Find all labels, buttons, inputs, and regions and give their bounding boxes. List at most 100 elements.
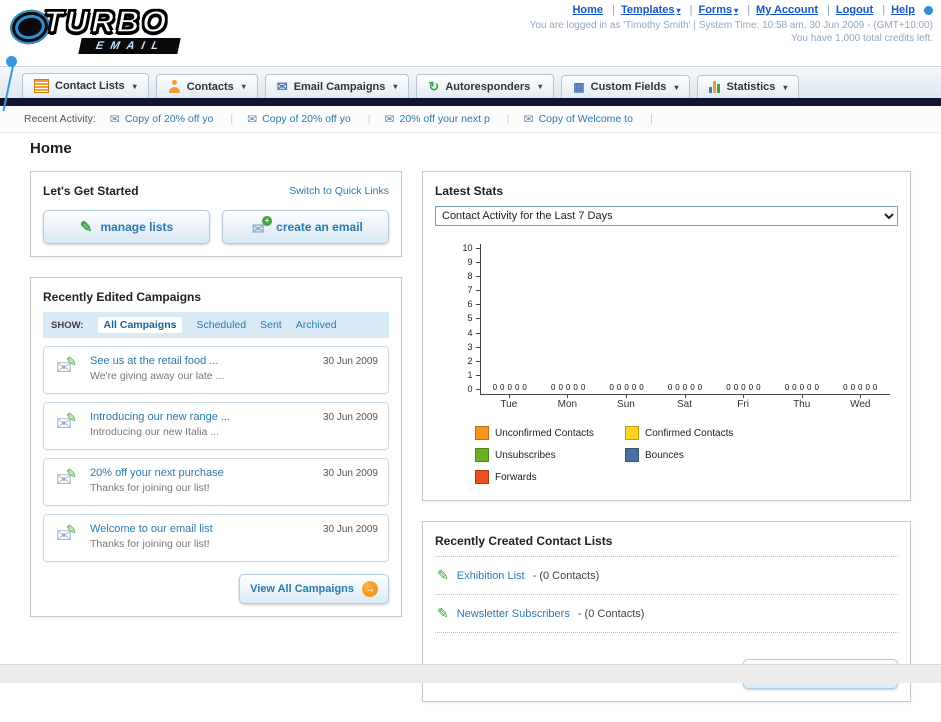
envelope-icon: ✉ — [384, 112, 395, 126]
page-title: Home — [30, 140, 72, 157]
recent-activity-item: ✉ 20% off your next p — [384, 112, 509, 126]
view-all-campaigns-button[interactable]: View All Campaigns → — [239, 574, 389, 604]
pencil-icon: ✎ — [437, 567, 449, 583]
campaign-subtitle: Introducing our new Italia ... — [90, 426, 219, 438]
chevron-down-icon: ▾ — [132, 81, 137, 91]
legend-item: Confirmed Contacts — [625, 426, 775, 440]
chart-plot: 00000000000000000000000000000000000 — [479, 244, 890, 395]
recent-activity-link[interactable]: Copy of 20% off yo — [125, 113, 214, 125]
nav-tab-custom-fields[interactable]: ▦ Custom Fields ▾ — [561, 75, 691, 99]
latest-stats-panel: Latest Stats Contact Activity for the La… — [422, 171, 911, 501]
pencil-icon: ✎ — [437, 605, 449, 621]
header-dot-icon — [924, 5, 933, 15]
contact-list-row[interactable]: ✎ Exhibition List - (0 Contacts) — [435, 557, 898, 595]
campaign-subtitle: Thanks for joining our list! — [90, 482, 210, 494]
recent-activity-bar: Recent Activity: ✉ Copy of 20% off yo ✉ … — [0, 106, 941, 133]
left-column: Let's Get Started Switch to Quick Links … — [30, 171, 402, 637]
link-forms[interactable]: Forms ▾ — [698, 4, 738, 16]
edit-campaign-icon: ✉ ✎ — [56, 354, 77, 379]
campaign-row[interactable]: ✉ ✎ See us at the retail food ... We're g… — [43, 346, 389, 394]
create-email-button[interactable]: ✉ + create an email — [222, 210, 389, 244]
autoresponder-cycle-icon: ↻ — [428, 79, 440, 94]
campaign-title-link[interactable]: 20% off your next purchase — [90, 467, 292, 479]
recent-activity-item: ✉ Copy of 20% off yo — [247, 112, 370, 126]
nav-tab-contact-lists[interactable]: Contact Lists ▾ — [22, 73, 149, 99]
logo-subtitle: EMAIL — [78, 38, 181, 54]
campaign-row[interactable]: ✉ ✎ Introducing our new range ... Introdu… — [43, 402, 389, 450]
campaign-date: 30 Jun 2009 — [322, 412, 378, 423]
filter-tab-archived[interactable]: Archived — [296, 319, 337, 331]
legend-item: Forwards — [475, 470, 625, 484]
contact-list-link[interactable]: Exhibition List — [457, 570, 525, 582]
campaign-subtitle: We're giving away our late ... — [90, 370, 225, 382]
recent-campaigns-title: Recently Edited Campaigns — [43, 290, 202, 304]
campaign-date: 30 Jun 2009 — [322, 468, 378, 479]
pencil-icon: ✎ — [79, 219, 93, 236]
link-logout[interactable]: Logout — [836, 4, 873, 16]
page-footer — [0, 664, 941, 683]
legend-item: Unsubscribes — [475, 448, 625, 462]
recent-campaigns-panel: Recently Edited Campaigns SHOW: All Camp… — [30, 277, 402, 617]
recent-activity-label: Recent Activity: — [24, 113, 96, 125]
stats-range-select[interactable]: Contact Activity for the Last 7 Days — [435, 206, 898, 226]
link-home[interactable]: Home — [572, 4, 603, 16]
campaigns-filter-bar: SHOW: All Campaigns Scheduled Sent Archi… — [43, 312, 389, 338]
filter-tab-sent[interactable]: Sent — [260, 319, 282, 331]
filter-tab-all-campaigns[interactable]: All Campaigns — [97, 317, 183, 333]
envelope-icon: ✉ — [247, 112, 258, 126]
chevron-down-icon: ▾ — [674, 82, 679, 92]
chevron-down-icon: ▾ — [783, 82, 788, 92]
recent-activity-link[interactable]: Copy of Welcome to — [539, 113, 633, 125]
latest-stats-title: Latest Stats — [435, 184, 504, 198]
link-my-account[interactable]: My Account — [756, 4, 818, 16]
nav-tab-autoresponders[interactable]: ↻ Autoresponders ▾ — [416, 74, 555, 99]
contact-list-link[interactable]: Newsletter Subscribers — [457, 608, 570, 620]
contact-list-count: - (0 Contacts) — [532, 569, 600, 582]
arrow-right-icon: → — [362, 581, 378, 597]
campaign-subtitle: Thanks for joining our list! — [90, 538, 210, 550]
manage-lists-button[interactable]: ✎ manage lists — [43, 210, 210, 244]
custom-fields-icon: ▦ — [573, 80, 585, 94]
campaign-date: 30 Jun 2009 — [322, 356, 378, 367]
chart-legend: Unconfirmed Contacts Confirmed Contacts Un… — [475, 426, 898, 484]
logo-title: TURBO — [43, 3, 170, 40]
switch-quick-links[interactable]: Switch to Quick Links — [289, 185, 389, 197]
link-templates[interactable]: Templates ▾ — [621, 4, 681, 16]
chevron-down-icon: ▾ — [676, 6, 681, 15]
edit-campaign-icon: ✉ ✎ — [56, 466, 77, 491]
campaign-row[interactable]: ✉ ✎ Welcome to our email list Thanks for … — [43, 514, 389, 562]
campaign-title-link[interactable]: Welcome to our email list — [90, 523, 292, 535]
campaign-title-link[interactable]: See us at the retail food ... — [90, 355, 292, 367]
envelope-icon: ✉ — [276, 79, 288, 94]
contact-list-row[interactable]: ✎ Newsletter Subscribers - (0 Contacts) — [435, 595, 898, 633]
recent-activity-item: ✉ Copy of Welcome to — [524, 112, 653, 126]
chart-x-labels: Tue Mon Sun Sat Fri Thu Wed — [480, 395, 890, 410]
header-right: Home Templates▾ Forms▾ My Account Logout… — [530, 4, 933, 44]
filter-tab-scheduled[interactable]: Scheduled — [196, 319, 246, 331]
link-help[interactable]: Help — [891, 4, 915, 16]
campaign-row[interactable]: ✉ ✎ 20% off your next purchase Thanks for… — [43, 458, 389, 506]
recent-activity-link[interactable]: Copy of 20% off yo — [262, 113, 351, 125]
main-nav: Contact Lists ▾ Contacts ▾ ✉ Email Campa… — [0, 66, 941, 99]
contact-list-icon — [34, 79, 49, 93]
recent-contact-lists-title: Recently Created Contact Lists — [435, 534, 898, 557]
contact-activity-chart: 10 9 8 7 6 5 4 3 2 1 0 000000000000000000000000000… — [444, 244, 890, 410]
envelope-plus-icon: ✉ + — [248, 215, 273, 238]
nav-tab-statistics[interactable]: Statistics ▾ — [697, 75, 800, 99]
nav-divider-bar — [0, 98, 941, 106]
recent-activity-link[interactable]: 20% off your next p — [400, 113, 490, 125]
main-content: Home Let's Get Started Switch to Quick L… — [0, 132, 941, 722]
login-status: You are logged in as 'Timothy Smith' | S… — [529, 20, 933, 31]
contact-list-count: - (0 Contacts) — [577, 607, 645, 620]
show-label: SHOW: — [51, 319, 84, 331]
header: TURBO EMAIL Home Templates▾ Forms▾ My Ac… — [0, 0, 941, 112]
app-root: TURBO EMAIL Home Templates▾ Forms▾ My Ac… — [0, 0, 941, 702]
bar-chart-icon — [709, 81, 721, 93]
recent-activity-item: ✉ Copy of 20% off yo — [110, 112, 233, 126]
nav-tab-email-campaigns[interactable]: ✉ Email Campaigns ▾ — [264, 74, 410, 99]
person-icon — [168, 80, 181, 93]
campaign-title-link[interactable]: Introducing our new range ... — [90, 411, 292, 423]
edit-campaign-icon: ✉ ✎ — [56, 410, 77, 435]
legend-item: Bounces — [625, 448, 775, 462]
nav-tab-contacts[interactable]: Contacts ▾ — [155, 74, 258, 99]
